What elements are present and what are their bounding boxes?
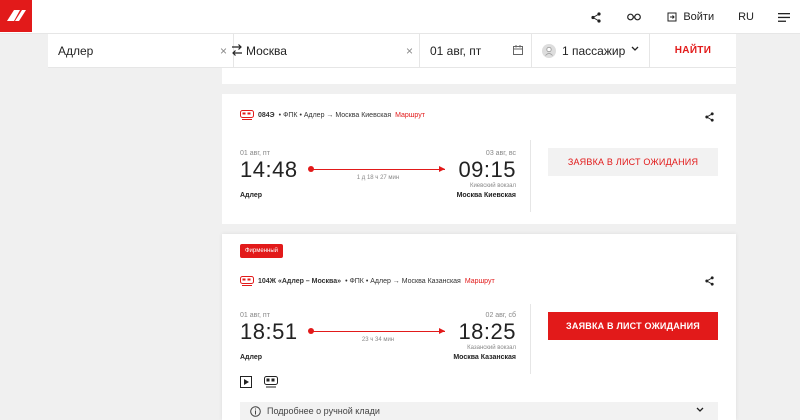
arrival-terminal: Казанский вокзал: [467, 345, 516, 351]
route-line: [311, 331, 445, 332]
chevron-down-icon: [696, 407, 704, 412]
from-field[interactable]: Адлер ×: [48, 34, 234, 68]
logo-icon[interactable]: [0, 0, 32, 32]
luggage-info-expander[interactable]: Подробнее о ручной клади: [240, 402, 718, 420]
departure-time: 14:48: [240, 157, 298, 182]
train-info: 084Э • ФПК • Адлер → Москва Киевская Мар…: [240, 110, 425, 120]
share-icon: [591, 11, 601, 23]
passengers-value: 1 пассажир: [562, 44, 626, 58]
login-label: Войти: [683, 11, 715, 23]
waitlist-button[interactable]: ЗАЯВКА В ЛИСТ ОЖИДАНИЯ: [548, 148, 718, 176]
departure-time: 18:51: [240, 319, 298, 344]
train-info: 104Ж «Адлер – Москва» • ФПК • Адлер → Мо…: [240, 276, 495, 286]
timetable: 01 авг, пт 03 авг, вс 14:48 09:15 1 д 18…: [240, 150, 516, 210]
train-icon: [240, 110, 254, 120]
train-icon: [240, 276, 254, 286]
swap-icon[interactable]: [230, 43, 244, 57]
train-carrier-route: • ФПК • Адлер → Москва Киевская: [278, 111, 392, 119]
train-carrier-route: • ФПК • Адлер → Москва Казанская: [345, 277, 461, 285]
divider: [530, 304, 531, 374]
language-selector[interactable]: RU: [724, 0, 768, 34]
divider: [530, 140, 531, 212]
accessibility-button[interactable]: [619, 0, 649, 34]
passengers-field[interactable]: 1 пассажир: [532, 34, 650, 68]
arrival-terminal: Киевский вокзал: [469, 183, 516, 189]
service-icons: [240, 376, 278, 388]
top-header: Войти RU: [0, 0, 800, 34]
trip-duration: 23 ч 34 мин: [361, 337, 395, 343]
search-bar: Адлер × Москва × 01 авг, пт 1 пассажир Н…: [48, 34, 736, 68]
arrival-date: 03 авг, вс: [485, 150, 516, 157]
login-icon: [667, 12, 677, 22]
timetable: 01 авг, пт 02 авг, сб 18:51 18:25 23 ч 3…: [240, 312, 516, 372]
trip-duration: 1 д 18 ч 27 мин: [356, 175, 400, 181]
route-line: [311, 169, 445, 170]
arrival-time: 18:25: [458, 319, 516, 344]
arrival-station: Москва Киевская: [456, 192, 516, 199]
train-car-icon[interactable]: [264, 376, 278, 388]
calendar-icon: [513, 45, 523, 55]
waitlist-button[interactable]: ЗАЯВКА В ЛИСТ ОЖИДАНИЯ: [548, 312, 718, 340]
route-arrow-icon: [439, 166, 445, 172]
train-card-featured: Фирменный 104Ж «Адлер – Москва» • ФПК • …: [222, 234, 736, 420]
arrival-time: 09:15: [458, 157, 516, 182]
from-value: Адлер: [58, 44, 94, 58]
to-value: Москва: [246, 44, 287, 58]
find-button[interactable]: НАЙТИ: [650, 34, 736, 67]
departure-station: Адлер: [240, 192, 263, 199]
branded-badge: Фирменный: [240, 244, 284, 258]
train-number: 084Э: [258, 111, 275, 119]
arrival-date: 02 авг, сб: [485, 312, 516, 319]
menu-icon: [778, 12, 790, 22]
menu-button[interactable]: [768, 0, 800, 34]
share-icon[interactable]: [705, 276, 714, 286]
clear-from-icon[interactable]: ×: [220, 44, 227, 58]
chevron-down-icon: [631, 46, 639, 51]
share-icon[interactable]: [705, 112, 714, 122]
route-link[interactable]: Маршрут: [465, 278, 495, 285]
train-card: 084Э • ФПК • Адлер → Москва Киевская Мар…: [222, 94, 736, 224]
previous-card: [222, 68, 736, 84]
date-field[interactable]: 01 авг, пт: [420, 34, 532, 68]
video-icon[interactable]: [240, 376, 252, 388]
route-link[interactable]: Маршрут: [395, 112, 425, 119]
login-button[interactable]: Войти: [657, 0, 724, 34]
info-icon: [250, 405, 261, 417]
header-share-button[interactable]: [581, 0, 611, 34]
date-value: 01 авг, пт: [430, 44, 482, 58]
glasses-icon: [627, 13, 642, 21]
passenger-icon: [542, 44, 556, 58]
to-field[interactable]: Москва ×: [234, 34, 420, 68]
departure-station: Адлер: [240, 354, 263, 361]
train-number: 104Ж «Адлер – Москва»: [258, 277, 342, 285]
route-arrow-icon: [439, 328, 445, 334]
departure-date: 01 авг, пт: [240, 312, 270, 319]
arrival-station: Москва Казанская: [453, 354, 516, 361]
departure-date: 01 авг, пт: [240, 150, 270, 157]
luggage-label: Подробнее о ручной клади: [267, 406, 380, 416]
clear-to-icon[interactable]: ×: [406, 44, 413, 58]
